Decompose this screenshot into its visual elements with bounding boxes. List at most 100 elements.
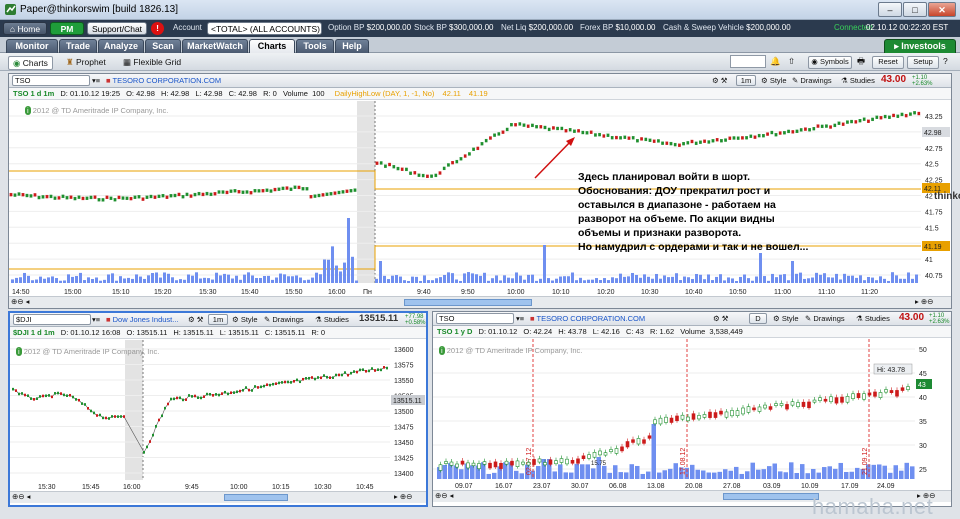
main-volume-bar bbox=[751, 280, 754, 283]
prophet-icon: ♜ bbox=[66, 57, 74, 67]
support-chat-button[interactable]: Support/Chat bbox=[87, 22, 147, 35]
style-button[interactable]: ⚙ Style bbox=[761, 76, 787, 86]
main-volume-bar bbox=[727, 277, 730, 283]
symbol-menu-icon[interactable]: ▾≡ bbox=[92, 76, 100, 86]
dji-zoom-icon[interactable]: ⊕⊖ ◂ bbox=[12, 492, 30, 502]
daily-candle bbox=[614, 448, 619, 454]
dji-x-tick: 10:15 bbox=[272, 484, 290, 490]
help-icon[interactable]: ? bbox=[943, 55, 948, 67]
alert-icon[interactable]: ! bbox=[151, 22, 164, 35]
daily-candle bbox=[779, 403, 784, 406]
dji-x-tick: 10:30 bbox=[314, 484, 332, 490]
daily-zoom-icon[interactable]: ⊕⊖ ◂ bbox=[435, 491, 453, 501]
tab-monitor[interactable]: Monitor bbox=[6, 39, 58, 53]
pm-button[interactable]: PM bbox=[50, 22, 84, 35]
daily-style-button[interactable]: ⚙ Style bbox=[773, 314, 799, 324]
dji-symbol-input[interactable]: $DJI bbox=[13, 314, 91, 325]
daily-symbol-menu-icon[interactable]: ▾≡ bbox=[516, 314, 524, 324]
main-volume-bar bbox=[583, 280, 586, 283]
main-scrollbar-thumb[interactable] bbox=[404, 299, 532, 306]
tab-scan[interactable]: Scan bbox=[145, 39, 181, 53]
study-label: DailyHighLow (DAY, 1, -1, No) bbox=[334, 89, 435, 98]
main-volume-bar bbox=[723, 280, 726, 283]
symbol-input[interactable]: TSO bbox=[12, 75, 90, 86]
main-candle bbox=[514, 123, 517, 127]
daily-volume-bar bbox=[783, 472, 788, 479]
main-volume-bar bbox=[831, 277, 834, 283]
zoom-out-icon[interactable]: ▸ ⊕⊖ bbox=[915, 297, 933, 307]
setup-button[interactable]: Setup bbox=[907, 56, 939, 69]
main-volume-bar bbox=[323, 259, 326, 283]
up-arrow-icon[interactable]: ⇧ bbox=[788, 55, 795, 67]
tab-tools[interactable]: Tools bbox=[296, 39, 334, 53]
company-name: ■ TESORO CORPORATION.COM bbox=[106, 76, 222, 85]
layout-grid-icon[interactable] bbox=[730, 55, 766, 68]
investools-button[interactable]: ▸ Investools bbox=[884, 39, 956, 53]
symbols-button[interactable]: ◉ Symbols bbox=[808, 56, 852, 69]
close-button[interactable]: ✕ bbox=[928, 2, 956, 17]
main-volume-bar bbox=[355, 280, 358, 283]
tab-help[interactable]: Help bbox=[335, 39, 369, 53]
studies-button[interactable]: ⚗ Studies bbox=[841, 76, 875, 86]
main-chart-canvas[interactable]: 43.254342.7542.542.254241.7541.541.25414… bbox=[9, 101, 951, 297]
tab-trade[interactable]: Trade bbox=[59, 39, 97, 53]
main-candle bbox=[388, 162, 391, 167]
drawings-button[interactable]: ✎ Drawings bbox=[792, 76, 832, 86]
daily-scrollbar-thumb[interactable] bbox=[723, 493, 819, 500]
dji-drawings-button[interactable]: ✎ Drawings bbox=[264, 315, 304, 325]
dji-tools-icon[interactable]: ⚙ ⚒ bbox=[188, 315, 204, 325]
main-candle bbox=[816, 124, 820, 128]
home-button[interactable]: ⌂ Home bbox=[3, 22, 47, 35]
main-y-tick: 42.75 bbox=[925, 146, 943, 153]
account-select[interactable]: <TOTAL> (ALL ACCOUNTS) bbox=[207, 22, 322, 35]
main-candle bbox=[560, 126, 564, 131]
dji-chart-canvas[interactable]: 1360013575135501352513500134751345013425… bbox=[10, 340, 426, 490]
daily-symbol-input[interactable]: TSO bbox=[436, 313, 514, 324]
minimize-button[interactable]: – bbox=[878, 2, 902, 17]
reset-button[interactable]: Reset bbox=[872, 56, 904, 69]
daily-drawings-button[interactable]: ✎ Drawings bbox=[805, 314, 845, 324]
dji-candle bbox=[344, 371, 346, 374]
dji-y-tick: 13475 bbox=[394, 425, 414, 432]
main-candle bbox=[799, 128, 803, 132]
dji-candle bbox=[338, 373, 340, 377]
main-candle bbox=[804, 127, 807, 131]
dji-scrollbar-thumb[interactable] bbox=[224, 494, 288, 501]
main-volume-bar bbox=[391, 275, 394, 283]
dji-candle bbox=[257, 386, 259, 389]
zoom-controls-icon[interactable]: ⊕⊖ ◂ bbox=[11, 297, 29, 307]
main-candle bbox=[101, 198, 105, 202]
daily-interval-button[interactable]: D bbox=[749, 313, 767, 324]
main-x-tick: 10:50 bbox=[729, 289, 747, 296]
maximize-button[interactable]: □ bbox=[903, 2, 927, 17]
daily-tools-icon[interactable]: ⚙ ⚒ bbox=[713, 314, 729, 324]
main-volume-bar bbox=[179, 279, 182, 283]
tab-marketwatch[interactable]: MarketWatch bbox=[182, 39, 248, 53]
dji-candle bbox=[308, 376, 310, 380]
main-volume-bar bbox=[11, 279, 14, 283]
daily-volume-bar bbox=[624, 472, 629, 479]
tab-analyze[interactable]: Analyze bbox=[98, 39, 144, 53]
dji-zoom-out-icon[interactable]: ▸ ⊕⊖ bbox=[394, 492, 412, 502]
subtab-charts[interactable]: ◉ Charts bbox=[8, 56, 53, 70]
tab-charts[interactable]: Charts bbox=[249, 39, 295, 53]
main-volume-bar bbox=[399, 276, 402, 283]
daily-studies-button[interactable]: ⚗ Studies bbox=[856, 314, 890, 324]
dji-interval-button[interactable]: 1m bbox=[208, 314, 228, 325]
main-candle bbox=[787, 129, 790, 134]
print-icon[interactable]: 🖶 bbox=[857, 55, 865, 67]
dji-y-tick: 13425 bbox=[394, 456, 414, 463]
dji-symbol-menu-icon[interactable]: ▾≡ bbox=[92, 315, 100, 325]
main-volume-bar bbox=[431, 280, 434, 283]
tools-icon[interactable]: ⚙ ⚒ bbox=[712, 76, 728, 86]
dji-style-button[interactable]: ⚙ Style bbox=[232, 315, 258, 325]
subtab-prophet[interactable]: ♜ Prophet bbox=[66, 56, 106, 68]
alert-bell-icon[interactable]: 🔔 bbox=[770, 55, 781, 67]
subtab-flexible-grid[interactable]: ▦ Flexible Grid bbox=[123, 56, 181, 68]
main-volume-bar bbox=[51, 276, 54, 283]
interval-button[interactable]: 1m bbox=[736, 75, 756, 86]
main-candle bbox=[741, 136, 744, 140]
dji-studies-button[interactable]: ⚗ Studies bbox=[315, 315, 349, 325]
daily-chart-canvas[interactable]: 50 45 40 35 30 25 43 Hi: 43.78 02.07.12 17.08.12 2… bbox=[433, 339, 951, 489]
main-volume-bar bbox=[915, 274, 918, 283]
